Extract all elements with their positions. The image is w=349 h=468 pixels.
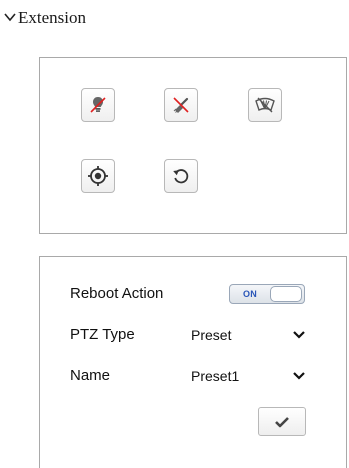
ptz-control-panel: [39, 57, 347, 234]
name-select[interactable]: Preset1: [190, 365, 307, 387]
name-value: Preset1: [191, 368, 240, 384]
apply-button[interactable]: [258, 407, 306, 436]
reboot-action-panel: Reboot Action ON PTZ Type Preset Name Pr…: [39, 256, 347, 468]
target-icon: [88, 166, 108, 186]
reboot-action-toggle[interactable]: ON: [229, 284, 305, 304]
section-title: Extension: [18, 8, 86, 27]
rotate-counterclockwise-icon: [173, 169, 189, 184]
reset-button[interactable]: [164, 159, 198, 193]
name-label: Name: [70, 367, 111, 384]
ptz-type-value: Preset: [191, 327, 232, 343]
chevron-down-icon: [292, 371, 306, 381]
toggle-knob: [270, 286, 302, 302]
reboot-action-label: Reboot Action: [70, 285, 164, 302]
focus-button[interactable]: [81, 159, 115, 193]
windshield-wiper-icon: [255, 97, 275, 113]
chevron-down-icon: [292, 330, 306, 340]
light-bulb-icon: [90, 97, 106, 113]
toggle-state-text: ON: [242, 289, 258, 299]
ptz-type-select[interactable]: Preset: [190, 324, 307, 346]
chevron-down-icon: [4, 13, 16, 22]
wiper-button[interactable]: [248, 88, 282, 122]
brush-button[interactable]: [164, 88, 198, 122]
extension-section-header[interactable]: Extension: [4, 6, 86, 30]
checkmark-icon: [275, 416, 289, 427]
brush-icon: [173, 97, 189, 113]
light-button[interactable]: [81, 88, 115, 122]
ptz-type-label: PTZ Type: [70, 326, 135, 343]
